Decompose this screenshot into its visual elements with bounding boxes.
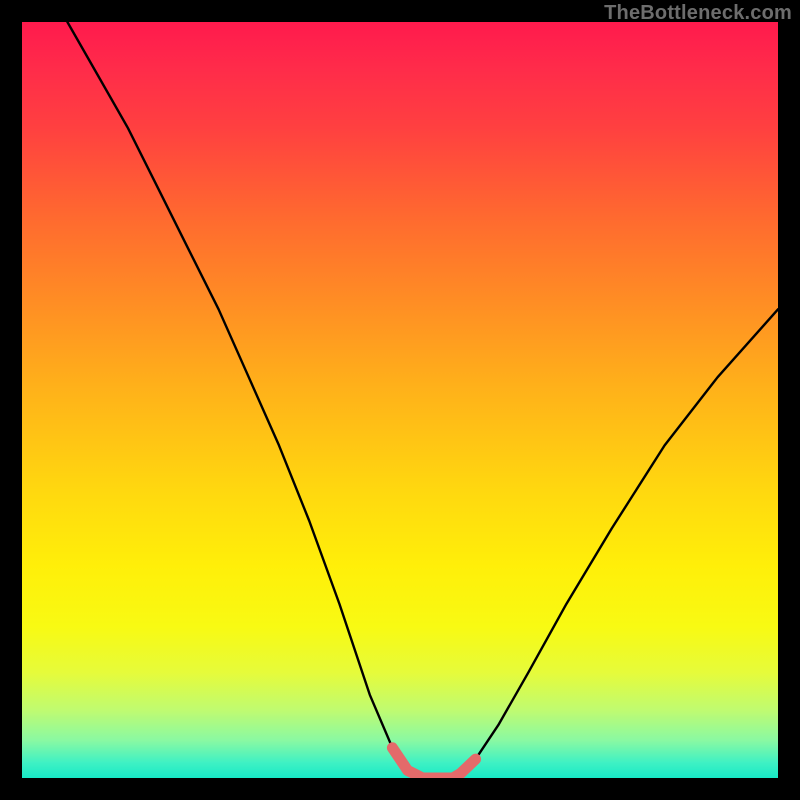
plot-area xyxy=(22,22,778,778)
chart-stage: TheBottleneck.com xyxy=(0,0,800,800)
curve-main-path xyxy=(67,22,778,778)
watermark-text: TheBottleneck.com xyxy=(604,2,792,25)
curve-accent-path xyxy=(392,748,475,778)
bottleneck-curve xyxy=(22,22,778,778)
